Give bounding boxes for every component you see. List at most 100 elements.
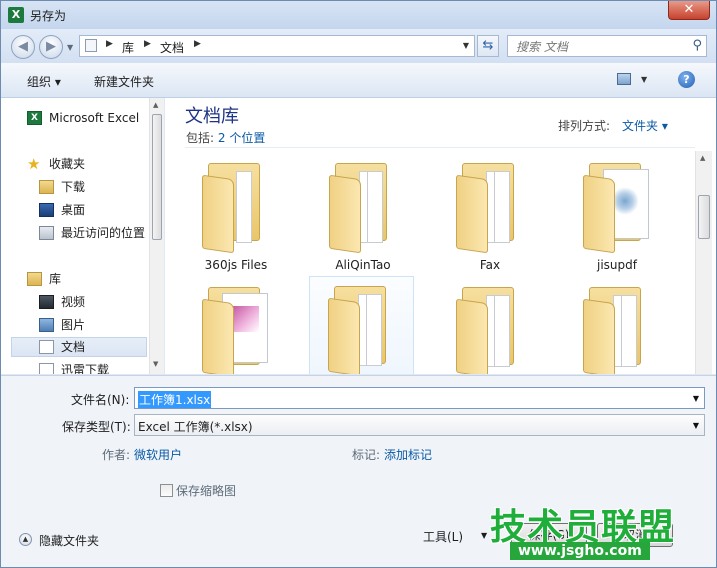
organize-button[interactable]: 组织 ▾ [27, 73, 61, 90]
nav-item-desktop[interactable]: 桌面 [11, 200, 147, 220]
window-title: 另存为 [30, 9, 67, 23]
change-view-icon[interactable] [617, 73, 631, 85]
nav-item-favorites[interactable]: ★ 收藏夹 [11, 154, 147, 174]
filename-field[interactable]: 工作簿1.xlsx ▼ [134, 387, 705, 409]
author-value[interactable]: 微软用户 [134, 446, 182, 463]
nav-item-pictures[interactable]: 图片 [11, 315, 147, 335]
folder-icon [329, 163, 399, 254]
breadcrumb-documents[interactable]: 文档 [160, 39, 184, 56]
save-button[interactable]: 保存(S) [511, 523, 587, 547]
file-item-folder[interactable] [554, 278, 680, 374]
file-list-pane: 文档库 包括: 2 个位置 排列方式: 文件夹 ▾ 360js Files Al… [165, 98, 716, 374]
breadcrumb-library[interactable]: 库 [122, 39, 134, 56]
filetype-label: 保存类型(T): [62, 420, 131, 434]
address-row: ◀ ▶ ▼ ▶ 库 ▶ 文档 ▶ ▼ ⇆ ⚲ [1, 29, 716, 63]
file-item-folder[interactable]: Fax [427, 154, 553, 274]
breadcrumb-separator-icon[interactable]: ▶ [144, 39, 151, 49]
breadcrumb-separator-icon[interactable]: ▶ [106, 39, 113, 49]
thunder-download-icon [39, 363, 54, 374]
nav-item-microsoft-excel[interactable]: X Microsoft Excel [11, 108, 147, 128]
search-box[interactable]: ⚲ [507, 35, 707, 57]
view-options-dropdown-icon[interactable]: ▼ [641, 75, 647, 84]
desktop-icon [39, 203, 54, 217]
collapse-up-icon: ▲ [19, 533, 32, 546]
nav-item-thunder-downloads[interactable]: 迅雷下载 [11, 360, 147, 374]
folder-icon [456, 287, 526, 374]
folder-with-document-icon [583, 163, 653, 254]
nav-item-documents[interactable]: 文档 [11, 337, 147, 357]
filetype-dropdown-icon[interactable]: ▼ [693, 421, 699, 430]
folder-icon [202, 163, 272, 254]
file-item-name: AliQinTao [335, 258, 391, 272]
file-item-folder[interactable] [427, 278, 553, 374]
new-folder-button[interactable]: 新建文件夹 [94, 73, 154, 90]
nav-item-videos[interactable]: 视频 [11, 292, 147, 312]
folder-icon [328, 286, 398, 374]
filename-dropdown-icon[interactable]: ▼ [693, 394, 699, 403]
nav-item-recent-places[interactable]: 最近访问的位置 [11, 223, 147, 243]
recent-places-icon [39, 226, 54, 240]
search-icon[interactable]: ⚲ [692, 38, 702, 53]
save-as-dialog: X 另存为 ✕ ◀ ▶ ▼ ▶ 库 ▶ 文档 ▶ ▼ ⇆ ⚲ 组织 ▾ 新建文件… [0, 0, 717, 568]
file-item-folder[interactable]: jisupdf [554, 154, 680, 274]
address-bar[interactable]: ▶ 库 ▶ 文档 ▶ ▼ [79, 35, 475, 57]
scroll-up-icon[interactable]: ▲ [153, 101, 158, 109]
file-item-folder[interactable] [309, 276, 414, 374]
file-list-scrollbar[interactable]: ▲ [695, 151, 712, 374]
close-button[interactable]: ✕ [668, 1, 710, 20]
library-title: 文档库 [185, 106, 239, 127]
save-form: 文件名(N): 工作簿1.xlsx ▼ 保存类型(T): Excel 工作簿(*… [1, 375, 716, 567]
excel-icon: X [8, 7, 24, 23]
refresh-icon: ⇆ [482, 38, 494, 53]
tools-dropdown-icon: ▼ [481, 531, 488, 540]
title-bar: X 另存为 ✕ [1, 1, 716, 29]
nav-pane-scrollbar[interactable]: ▲ ▼ [149, 98, 164, 374]
save-thumbnail-label[interactable]: 保存缩略图 [176, 482, 236, 499]
folder-icon [456, 163, 526, 254]
add-tags-link[interactable]: 添加标记 [384, 446, 432, 463]
search-input[interactable] [514, 37, 688, 57]
forward-arrow-icon: ▶ [46, 39, 56, 54]
scrollbar-thumb[interactable] [698, 195, 710, 239]
library-icon [27, 272, 42, 286]
help-button[interactable]: ? [678, 71, 695, 88]
scroll-down-icon[interactable]: ▼ [153, 360, 158, 368]
filetype-value: Excel 工作簿(*.xlsx) [138, 420, 253, 434]
star-icon: ★ [27, 155, 41, 173]
includes-locations-link[interactable]: 2 个位置 [218, 131, 265, 145]
video-icon [39, 295, 54, 309]
refresh-button[interactable]: ⇆ [477, 35, 499, 57]
scrollbar-thumb[interactable] [152, 114, 162, 240]
scroll-up-icon[interactable]: ▲ [700, 154, 705, 162]
arrange-by-dropdown[interactable]: 文件夹 ▾ [622, 117, 668, 134]
file-item-folder[interactable]: 360js Files [173, 154, 299, 274]
breadcrumb-separator-icon[interactable]: ▶ [194, 39, 201, 49]
nav-item-downloads[interactable]: 下载 [11, 177, 147, 197]
library-small-icon [85, 39, 97, 52]
forward-button[interactable]: ▶ [39, 35, 63, 59]
recent-pages-dropdown-icon[interactable]: ▼ [67, 43, 73, 52]
filetype-select[interactable]: Excel 工作簿(*.xlsx) ▼ [134, 414, 705, 436]
save-thumbnail-checkbox[interactable] [160, 484, 173, 497]
divider [185, 147, 695, 148]
author-label: 作者: [102, 448, 131, 462]
file-item-name: 360js Files [204, 258, 268, 272]
file-item-folder[interactable]: AliQinTao [300, 154, 426, 274]
file-item-name: jisupdf [597, 258, 637, 272]
navigation-pane: X Microsoft Excel ★ 收藏夹 下载 桌面 最近访问的位置 库 … [1, 98, 164, 374]
address-dropdown-icon[interactable]: ▼ [463, 41, 469, 50]
nav-item-libraries[interactable]: 库 [11, 269, 147, 289]
filename-value: 工作簿1.xlsx [138, 391, 212, 408]
tools-button[interactable]: 工具(L) ▼ [417, 524, 497, 548]
tags-label: 标记: [352, 448, 381, 462]
back-button[interactable]: ◀ [11, 35, 35, 59]
file-item-folder[interactable] [173, 278, 299, 374]
filename-label: 文件名(N): [71, 393, 130, 407]
command-bar: 组织 ▾ 新建文件夹 ▼ ? [1, 63, 716, 98]
includes-label: 包括: [186, 131, 215, 145]
cancel-button[interactable]: 取消 [597, 523, 673, 547]
excel-icon: X [27, 111, 42, 125]
file-item-name: Fax [479, 258, 501, 272]
folder-icon [583, 287, 653, 374]
download-folder-icon [39, 180, 54, 194]
